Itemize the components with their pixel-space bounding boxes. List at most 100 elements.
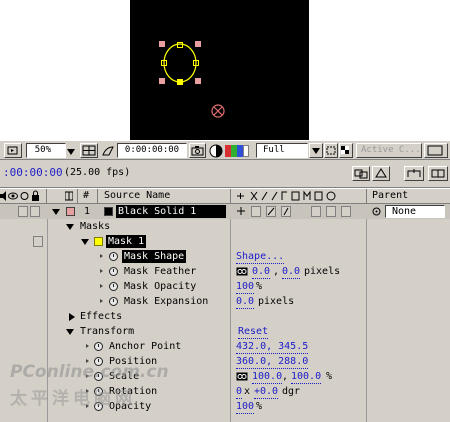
camera-icon[interactable] (189, 143, 206, 158)
stopwatch-icon[interactable] (109, 297, 118, 306)
layer-row[interactable]: 1 Black Solid 1 None (0, 204, 450, 219)
transform-group-row[interactable]: Transform Reset (0, 324, 450, 339)
switch-collapse[interactable] (251, 206, 261, 217)
solo-icon[interactable] (20, 191, 29, 201)
rotation-row[interactable]: Rotation 0 x +0.0 dgr (0, 384, 450, 399)
position-value[interactable]: 360.0, 288.0 (236, 355, 309, 369)
timeline-timecode[interactable]: :00:00:00 (3, 166, 63, 179)
eye-icon[interactable] (8, 191, 18, 201)
switch-quality[interactable] (266, 206, 276, 217)
stopwatch-icon[interactable] (109, 282, 118, 291)
parent-pickwhip-icon[interactable] (372, 207, 381, 216)
switch-effects[interactable] (281, 206, 291, 217)
stopwatch-icon[interactable] (94, 387, 103, 396)
masks-group-row[interactable]: Masks (0, 219, 450, 234)
layer-lock-toggle[interactable] (30, 206, 40, 217)
chevron-down-icon[interactable] (66, 329, 74, 335)
preview-icon[interactable] (404, 166, 424, 181)
mask-feather-row[interactable]: Mask Feather 0.0 , 0.0 pixels (0, 264, 450, 279)
channels-icon[interactable] (209, 144, 223, 158)
position-row[interactable]: Position 360.0, 288.0 (0, 354, 450, 369)
zoom-dropdown[interactable]: 50% (26, 143, 66, 158)
mask-expansion-row[interactable]: Mask Expansion 0.0 pixels (0, 294, 450, 309)
col-source-name-header[interactable]: Source Name (104, 189, 170, 202)
layer-label-color[interactable] (66, 207, 75, 216)
stopwatch-icon[interactable] (94, 342, 103, 351)
transform-handle[interactable] (159, 78, 165, 84)
stopwatch-icon[interactable] (94, 402, 103, 411)
scale-x[interactable]: 100.0 (252, 370, 283, 384)
anchor-point-row[interactable]: Anchor Point 432.0, 345.5 (0, 339, 450, 354)
label-color-icon[interactable] (64, 191, 74, 201)
switch-adjustment[interactable] (326, 206, 336, 217)
layer-name[interactable]: Black Solid 1 (116, 205, 226, 218)
mask-feather-y[interactable]: 0.0 (282, 265, 301, 279)
link-icon[interactable] (236, 267, 248, 276)
mask-expansion-value[interactable]: 0.0 (236, 295, 255, 309)
mask1-name[interactable]: Mask 1 (106, 235, 147, 248)
chevron-right-icon[interactable] (86, 374, 89, 378)
shy-icon[interactable] (236, 206, 246, 216)
opacity-row[interactable]: Opacity 100 % (0, 399, 450, 414)
chevron-down-icon[interactable] (52, 209, 60, 215)
mask-feather-x[interactable]: 0.0 (252, 265, 271, 279)
chevron-down-icon[interactable] (81, 239, 89, 245)
render-icon[interactable] (428, 166, 448, 181)
switch-motion-blur[interactable] (311, 206, 321, 217)
view-layout-icon[interactable] (424, 143, 448, 158)
viewer-timecode[interactable]: 0:00:00:00 (117, 143, 187, 158)
scale-row[interactable]: Scale 100.0 , 100.0 % (0, 369, 450, 384)
display-icon[interactable] (4, 143, 22, 158)
chevron-right-icon[interactable] (86, 404, 89, 408)
transform-handle[interactable] (195, 78, 201, 84)
mask-lock-toggle[interactable] (33, 236, 43, 247)
mask-color-swatch[interactable] (94, 237, 103, 246)
effects-group-row[interactable]: Effects (0, 309, 450, 324)
chevron-right-icon[interactable] (86, 344, 89, 348)
chevron-down-icon[interactable] (66, 224, 74, 230)
composition-canvas[interactable] (130, 0, 309, 140)
stopwatch-icon[interactable] (94, 357, 103, 366)
link-icon[interactable] (236, 372, 248, 381)
mask-opacity-value[interactable]: 100 (236, 280, 255, 294)
mask-path[interactable] (163, 43, 197, 83)
chevron-right-icon[interactable] (100, 299, 103, 303)
mask-opacity-row[interactable]: Mask Opacity 100 % (0, 279, 450, 294)
layer-solo-toggle[interactable] (18, 206, 28, 217)
active-camera-dropdown[interactable]: Active C... (356, 143, 422, 158)
chevron-right-icon[interactable] (86, 389, 89, 393)
mask1-row[interactable]: Mask 1 (0, 234, 450, 249)
mask-shape-value[interactable]: Shape... (236, 250, 285, 264)
chevron-right-icon[interactable] (100, 254, 103, 258)
snapshot-icon[interactable] (372, 166, 390, 181)
chevron-right-icon[interactable] (86, 359, 89, 363)
scale-y[interactable]: 100.0 (291, 370, 322, 384)
comp-marker-icon[interactable] (352, 166, 370, 181)
chevron-right-icon[interactable] (100, 269, 103, 273)
safe-zones-icon[interactable] (80, 143, 98, 158)
rotation-degrees[interactable]: +0.0 (254, 385, 279, 399)
switch-3d[interactable] (341, 206, 351, 217)
opacity-value[interactable]: 100 (236, 400, 255, 414)
transform-reset-link[interactable]: Reset (238, 325, 269, 339)
anchor-point-icon[interactable] (211, 104, 225, 118)
transform-handle[interactable] (159, 41, 165, 47)
stopwatch-icon[interactable] (109, 252, 118, 261)
audio-icon[interactable] (0, 191, 6, 201)
lock-icon[interactable] (31, 190, 40, 201)
mask-vertex[interactable] (177, 42, 183, 48)
col-parent-header[interactable]: Parent (372, 189, 408, 202)
chevron-right-icon[interactable] (69, 313, 75, 321)
stopwatch-icon[interactable] (94, 372, 103, 381)
stopwatch-icon[interactable] (109, 267, 118, 276)
chevron-right-icon[interactable] (100, 284, 103, 288)
parent-dropdown[interactable]: None (385, 205, 445, 218)
transparency-grid-icon[interactable] (339, 143, 353, 158)
anchor-point-value[interactable]: 432.0, 345.5 (236, 340, 309, 354)
rgb-channels-icon[interactable] (225, 145, 249, 157)
region-of-interest-icon[interactable] (324, 143, 338, 158)
mask-icon[interactable] (101, 144, 115, 158)
rotation-turns[interactable]: 0 (236, 385, 243, 399)
resolution-dropdown[interactable]: Full (256, 143, 308, 158)
chevron-down-icon[interactable] (309, 143, 323, 158)
